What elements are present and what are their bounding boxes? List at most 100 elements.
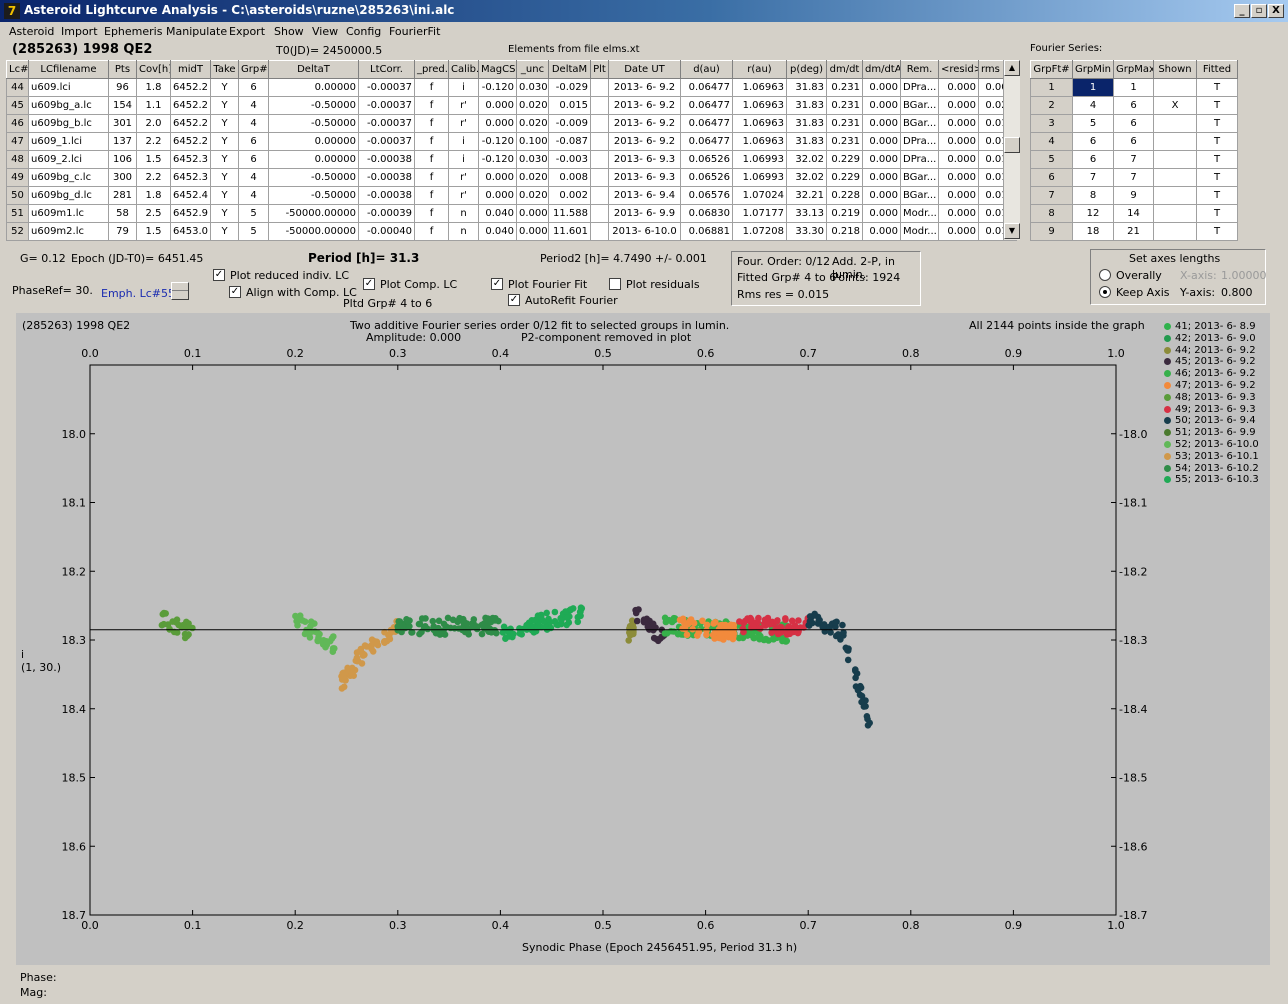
table-cell[interactable]: 31.83 [786, 132, 827, 151]
table-row[interactable]: 356 T [1030, 114, 1238, 133]
table-cell[interactable]: 0.020 [516, 186, 549, 205]
table-cell[interactable]: 2013- 6- 9.9 [608, 204, 681, 223]
table-cell[interactable]: 0.000 [478, 96, 517, 115]
table-cell[interactable]: T [1196, 114, 1238, 133]
x-axis-value[interactable]: 1.00000 [1221, 269, 1267, 282]
table-cell[interactable]: 0.040 [478, 204, 517, 223]
menu-view[interactable]: View [312, 25, 338, 38]
table-cell[interactable]: f [414, 150, 449, 169]
table-cell[interactable]: 2013- 6- 9.3 [608, 168, 681, 187]
table-cell[interactable]: 2013- 6- 9.2 [608, 96, 681, 115]
table-cell[interactable]: f [414, 96, 449, 115]
table-cell[interactable]: 14 [1113, 204, 1154, 223]
lc-col-header[interactable]: Rem. [900, 60, 939, 79]
lc-col-header[interactable]: _unc [516, 60, 549, 79]
table-cell[interactable]: -0.00037 [358, 114, 415, 133]
table-cell[interactable]: 6 [1113, 96, 1154, 115]
table-cell[interactable]: 2.2 [136, 132, 171, 151]
lc-col-header[interactable]: Lc# [6, 60, 29, 79]
table-cell[interactable]: T [1196, 132, 1238, 151]
table-cell[interactable]: 0.231 [826, 132, 863, 151]
autorefit-checkbox[interactable]: ✓ [508, 294, 520, 306]
table-cell[interactable]: 6 [1113, 114, 1154, 133]
table-cell[interactable]: 6452.3 [170, 150, 211, 169]
lc-table-scrollbar[interactable]: ▲ ▼ [1003, 60, 1020, 240]
fourier-col-header[interactable]: Shown [1153, 60, 1197, 79]
table-cell[interactable]: 96 [108, 78, 137, 97]
table-row[interactable]: 567 T [1030, 150, 1238, 169]
table-cell[interactable]: 0.020 [516, 114, 549, 133]
lightcurve-table[interactable]: Lc# LCfilename Pts Cov[h] midT Take Grp# DeltaT… [6, 60, 1017, 241]
y-axis-value[interactable]: 0.800 [1221, 286, 1253, 299]
lc-col-header[interactable]: LtCorr. [358, 60, 415, 79]
lc-col-header[interactable]: p(deg) [786, 60, 827, 79]
table-cell[interactable]: 0.06526 [680, 150, 733, 169]
table-cell[interactable]: 6452.3 [170, 168, 211, 187]
table-cell[interactable]: 0.000 [478, 168, 517, 187]
table-cell[interactable]: 0.000 [938, 204, 979, 223]
table-cell[interactable]: -0.003 [548, 150, 591, 169]
table-cell[interactable]: 50 [6, 186, 29, 205]
table-cell[interactable]: X [1153, 96, 1197, 115]
table-cell[interactable]: r' [448, 186, 479, 205]
table-cell[interactable]: 0.231 [826, 114, 863, 133]
table-cell[interactable]: 1 [1072, 78, 1114, 97]
table-row[interactable]: 49 u609bg_c.lc 300 2.2 6452.3 Y 4 -0.50000 -0.00… [6, 168, 1017, 187]
table-cell[interactable]: 0.000 [862, 150, 901, 169]
table-cell[interactable]: 32.21 [786, 186, 827, 205]
table-cell[interactable]: u609m2.lc [28, 222, 109, 241]
table-cell[interactable]: Y [210, 186, 239, 205]
table-cell[interactable]: -0.00038 [358, 150, 415, 169]
lc-col-header[interactable]: Grp# [238, 60, 269, 79]
table-cell[interactable]: 21 [1113, 222, 1154, 241]
table-cell[interactable]: 46 [6, 114, 29, 133]
menu-import[interactable]: Import [61, 25, 98, 38]
table-cell[interactable]: 1.06993 [732, 150, 787, 169]
table-cell[interactable]: i [448, 132, 479, 151]
table-cell[interactable]: 0.218 [826, 222, 863, 241]
table-cell[interactable]: -50000.00000 [268, 204, 359, 223]
table-cell[interactable]: 0.000 [862, 186, 901, 205]
table-cell[interactable]: r' [448, 114, 479, 133]
table-cell[interactable]: 0.000 [938, 78, 979, 97]
menu-manipulate[interactable]: Manipulate [166, 25, 227, 38]
table-cell[interactable]: DPra... [900, 150, 939, 169]
table-cell[interactable]: 49 [6, 168, 29, 187]
table-cell[interactable]: 2 [1030, 96, 1073, 115]
table-cell[interactable]: BGar... [900, 114, 939, 133]
table-cell[interactable] [590, 132, 609, 151]
table-cell[interactable]: 0.000 [938, 186, 979, 205]
table-cell[interactable]: i [448, 78, 479, 97]
table-cell[interactable]: u609_1.lci [28, 132, 109, 151]
table-cell[interactable]: Y [210, 132, 239, 151]
scroll-thumb[interactable] [1004, 137, 1020, 153]
fourier-col-header[interactable]: GrpFt# [1030, 60, 1073, 79]
table-cell[interactable]: f [414, 186, 449, 205]
table-row[interactable]: 48 u609_2.lci 106 1.5 6452.3 Y 6 0.00000 -0.0003… [6, 150, 1017, 169]
table-row[interactable]: 677T [1030, 168, 1238, 187]
table-cell[interactable]: 0.229 [826, 150, 863, 169]
table-cell[interactable]: 0.00000 [268, 132, 359, 151]
table-cell[interactable]: 6 [1072, 150, 1114, 169]
table-cell[interactable]: 52 [6, 222, 29, 241]
table-cell[interactable]: 6 [1113, 132, 1154, 151]
table-cell[interactable] [1153, 114, 1197, 133]
lc-col-header[interactable]: <resid> [938, 60, 979, 79]
table-cell[interactable]: Y [210, 114, 239, 133]
table-cell[interactable]: 0.015 [548, 96, 591, 115]
table-cell[interactable]: 2013- 6- 9.3 [608, 150, 681, 169]
table-cell[interactable]: u609.lci [28, 78, 109, 97]
table-cell[interactable]: Y [210, 222, 239, 241]
table-cell[interactable]: 0.000 [938, 168, 979, 187]
table-cell[interactable] [590, 222, 609, 241]
table-cell[interactable]: 2.0 [136, 114, 171, 133]
table-cell[interactable]: -0.087 [548, 132, 591, 151]
table-cell[interactable]: 31.83 [786, 78, 827, 97]
table-cell[interactable] [590, 78, 609, 97]
table-row[interactable]: 45 u609bg_a.lc 154 1.1 6452.2 Y 4 -0.50000 -0.00… [6, 96, 1017, 115]
lc-col-header[interactable]: dm/dtA [862, 60, 901, 79]
table-row[interactable]: 466T [1030, 132, 1238, 151]
table-cell[interactable]: 33.30 [786, 222, 827, 241]
table-cell[interactable]: 4 [238, 186, 269, 205]
menu-ephemeris[interactable]: Ephemeris [104, 25, 162, 38]
